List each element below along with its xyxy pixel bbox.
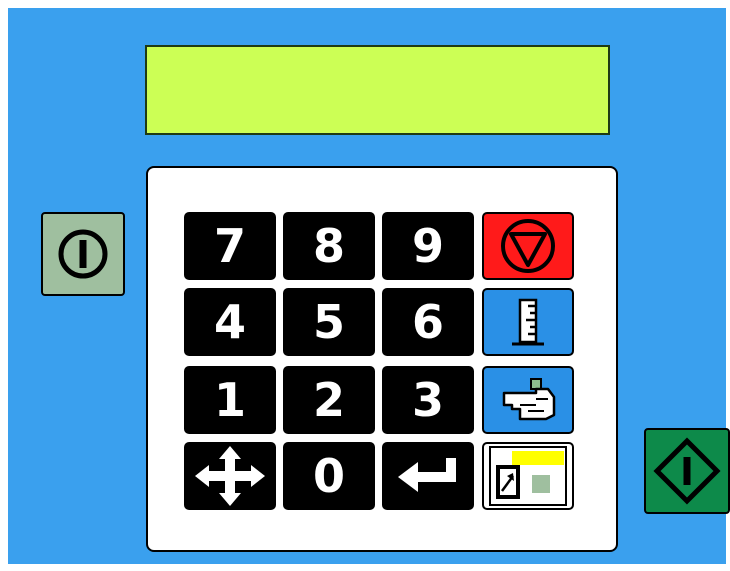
move-button[interactable]	[184, 442, 276, 510]
key-0-label: 0	[312, 449, 345, 503]
key-4[interactable]: 4	[184, 288, 276, 356]
hand-button[interactable]	[482, 366, 574, 434]
power-icon	[58, 229, 108, 279]
start-button[interactable]	[644, 428, 730, 514]
stop-button[interactable]	[482, 212, 574, 280]
key-5-label: 5	[312, 295, 345, 349]
lcd-display	[145, 45, 610, 135]
start-diamond-icon	[653, 437, 721, 505]
key-9-label: 9	[411, 219, 444, 273]
key-4-label: 4	[213, 295, 246, 349]
menu-button[interactable]	[482, 442, 574, 510]
hmi-screen: 7 8 9 4 5 6 1 2 3 0	[8, 8, 730, 564]
keypad-panel: 7 8 9 4 5 6 1 2 3 0	[146, 166, 618, 552]
ruler-gauge-icon	[512, 298, 544, 346]
power-button[interactable]	[41, 212, 125, 296]
key-2-label: 2	[312, 373, 345, 427]
key-7-label: 7	[213, 219, 246, 273]
key-1-label: 1	[213, 373, 246, 427]
key-6[interactable]: 6	[382, 288, 474, 356]
enter-arrow-icon	[398, 458, 456, 492]
key-1[interactable]: 1	[184, 366, 276, 434]
key-9[interactable]: 9	[382, 212, 474, 280]
key-0[interactable]: 0	[283, 442, 375, 510]
key-3[interactable]: 3	[382, 366, 474, 434]
key-8-label: 8	[312, 219, 345, 273]
window-menu-icon	[489, 446, 567, 506]
hand-pointer-icon	[502, 378, 556, 421]
key-6-label: 6	[411, 295, 444, 349]
four-way-arrow-icon	[195, 446, 265, 506]
key-5[interactable]: 5	[283, 288, 375, 356]
stop-triangle-icon	[501, 219, 555, 273]
enter-button[interactable]	[382, 442, 474, 510]
key-3-label: 3	[411, 373, 444, 427]
key-2[interactable]: 2	[283, 366, 375, 434]
key-8[interactable]: 8	[283, 212, 375, 280]
key-7[interactable]: 7	[184, 212, 276, 280]
gauge-button[interactable]	[482, 288, 574, 356]
